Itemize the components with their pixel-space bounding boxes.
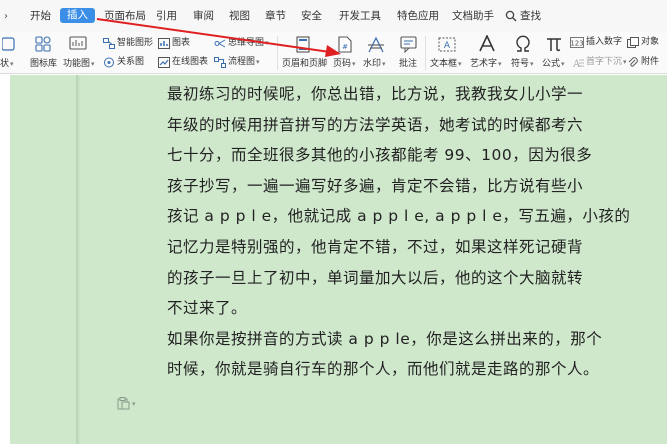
mind-map-button[interactable]: 思维导图 ▾ xyxy=(214,38,269,49)
online-chart-icon xyxy=(158,57,170,68)
document-line: 最初练习的时候呢，你总出错，比方说，我教我女儿小学一 xyxy=(167,85,584,103)
menu-tab-view[interactable]: 视图 xyxy=(229,10,250,23)
symbol-icon[interactable] xyxy=(514,35,532,57)
chart-icon xyxy=(158,38,170,49)
function-chart-button[interactable]: 功能图▾ xyxy=(63,59,95,70)
document-line: 记忆力是特别强的，他肯定不错，不过，如果这样死记硬背 xyxy=(167,237,584,256)
comment-button[interactable]: 批注 xyxy=(399,59,417,70)
wordart-icon[interactable] xyxy=(478,34,496,57)
attachment-icon xyxy=(628,57,638,67)
shape-button[interactable]: 状▾ xyxy=(0,59,14,70)
object-icon xyxy=(627,37,639,48)
document-line: 年级的时候用拼音拼写的方法学英语，她考试的时候都考六 xyxy=(167,115,584,134)
menu-tab-review[interactable]: 审阅 xyxy=(193,10,214,23)
svg-text:#: # xyxy=(342,43,348,51)
menu-tab-insert[interactable]: 插入 xyxy=(60,8,95,23)
header-footer-icon[interactable] xyxy=(296,36,310,57)
document-line: 时候，你就是骑自行车的那个人，而他们就是走路的那个人。 xyxy=(167,360,600,379)
flowchart-button[interactable]: 流程图 ▾ xyxy=(214,57,260,68)
svg-text:A: A xyxy=(444,41,451,51)
menu-scroll-left-icon[interactable]: › xyxy=(4,11,8,22)
icon-library-button[interactable]: 图标库 xyxy=(30,59,57,70)
ribbon-separator xyxy=(277,36,278,70)
smart-shape-icon xyxy=(103,38,115,49)
relation-chart-icon xyxy=(104,57,114,68)
textbox-button[interactable]: 文本框▾ xyxy=(430,59,462,70)
watermark-button[interactable]: 水印▾ xyxy=(363,59,386,70)
search-icon xyxy=(505,10,517,21)
menu-tab-references[interactable]: 引用 xyxy=(156,10,177,23)
formula-icon[interactable] xyxy=(545,35,563,57)
search-button[interactable]: 查找 xyxy=(505,8,541,23)
document-line: 七十分，而全班很多其他的小孩都能考 99、100，因为很多 xyxy=(167,146,593,165)
menu-tab-doc-assistant[interactable]: 文档助手 xyxy=(452,10,494,23)
flowchart-icon xyxy=(214,57,226,68)
left-gutter xyxy=(0,75,10,444)
drop-cap-icon: A xyxy=(572,59,584,68)
chart-button[interactable]: 图表 xyxy=(158,38,190,49)
document-line: 孩子抄写，一遍一遍写好多遍，肯定不会错，比方说有些小 xyxy=(167,176,584,195)
attachment-button[interactable]: 附件 xyxy=(627,57,659,68)
menu-tab-security[interactable]: 安全 xyxy=(301,10,322,23)
smart-shape-button[interactable]: 智能图形 xyxy=(103,38,153,49)
paste-options-icon xyxy=(117,397,130,410)
search-label: 查找 xyxy=(520,10,541,22)
ribbon-toolbar: 状▾ 图标库 功能图▾ 智能图形 关系图 图表 在线图表 思维导图 ▾ 流程图 ▾ … xyxy=(0,32,667,74)
symbol-button[interactable]: 符号▾ xyxy=(511,59,534,70)
insert-number-button[interactable]: 123 插入数字 xyxy=(570,37,622,48)
textbox-icon[interactable]: A xyxy=(438,36,456,57)
menu-tab-page-layout[interactable]: 页面布局 xyxy=(104,10,146,23)
object-button[interactable]: 对象 xyxy=(627,37,659,48)
document-line: 不过来了。 xyxy=(167,299,248,318)
document-body[interactable]: 最初练习的时候呢，你总出错，比方说，我教我女儿小学一 年级的时候用拼音拼写的方法… xyxy=(167,79,631,385)
function-chart-icon[interactable] xyxy=(69,36,87,56)
relation-chart-button[interactable]: 关系图 xyxy=(103,57,144,68)
comment-icon[interactable] xyxy=(400,36,418,57)
watermark-icon[interactable] xyxy=(367,36,385,57)
paste-options-button[interactable]: ▾ xyxy=(117,397,136,410)
page-number-button[interactable]: 页码▾ xyxy=(333,59,356,70)
shape-icon[interactable] xyxy=(1,36,16,56)
svg-text:123: 123 xyxy=(570,40,583,48)
ribbon-separator xyxy=(425,36,426,70)
menu-tab-featured[interactable]: 特色应用 xyxy=(397,10,439,23)
menu-bar: › 开始 插入 页面布局 引用 审阅 视图 章节 安全 开发工具 特色应用 文档… xyxy=(0,0,667,32)
icon-library-icon[interactable] xyxy=(35,36,51,56)
insert-number-icon: 123 xyxy=(570,37,584,48)
wordart-button[interactable]: 艺术字▾ xyxy=(470,59,502,70)
document-line: 孩记 a p p l e，他就记成 a p p l e, a p p l e，写… xyxy=(167,207,631,226)
page-margin-line xyxy=(76,75,78,444)
page-number-icon[interactable]: # xyxy=(338,36,352,57)
document-line: 的孩子一旦上了初中，单词量加大以后，他的这个大脑就转 xyxy=(167,268,584,287)
menu-tab-developer[interactable]: 开发工具 xyxy=(339,10,381,23)
online-chart-button[interactable]: 在线图表 xyxy=(158,57,208,68)
menu-tab-home[interactable]: 开始 xyxy=(30,10,51,23)
header-footer-button[interactable]: 页眉和页脚 xyxy=(282,59,327,70)
mind-map-icon xyxy=(214,39,226,48)
formula-button[interactable]: 公式▾ xyxy=(542,59,565,70)
document-line: 如果你是按拼音的方式读 a p p le，你是这么拼出来的，那个 xyxy=(167,329,603,348)
drop-cap-button: A 首字下沉 ▾ xyxy=(570,57,627,68)
menu-tab-chapter[interactable]: 章节 xyxy=(265,10,286,23)
